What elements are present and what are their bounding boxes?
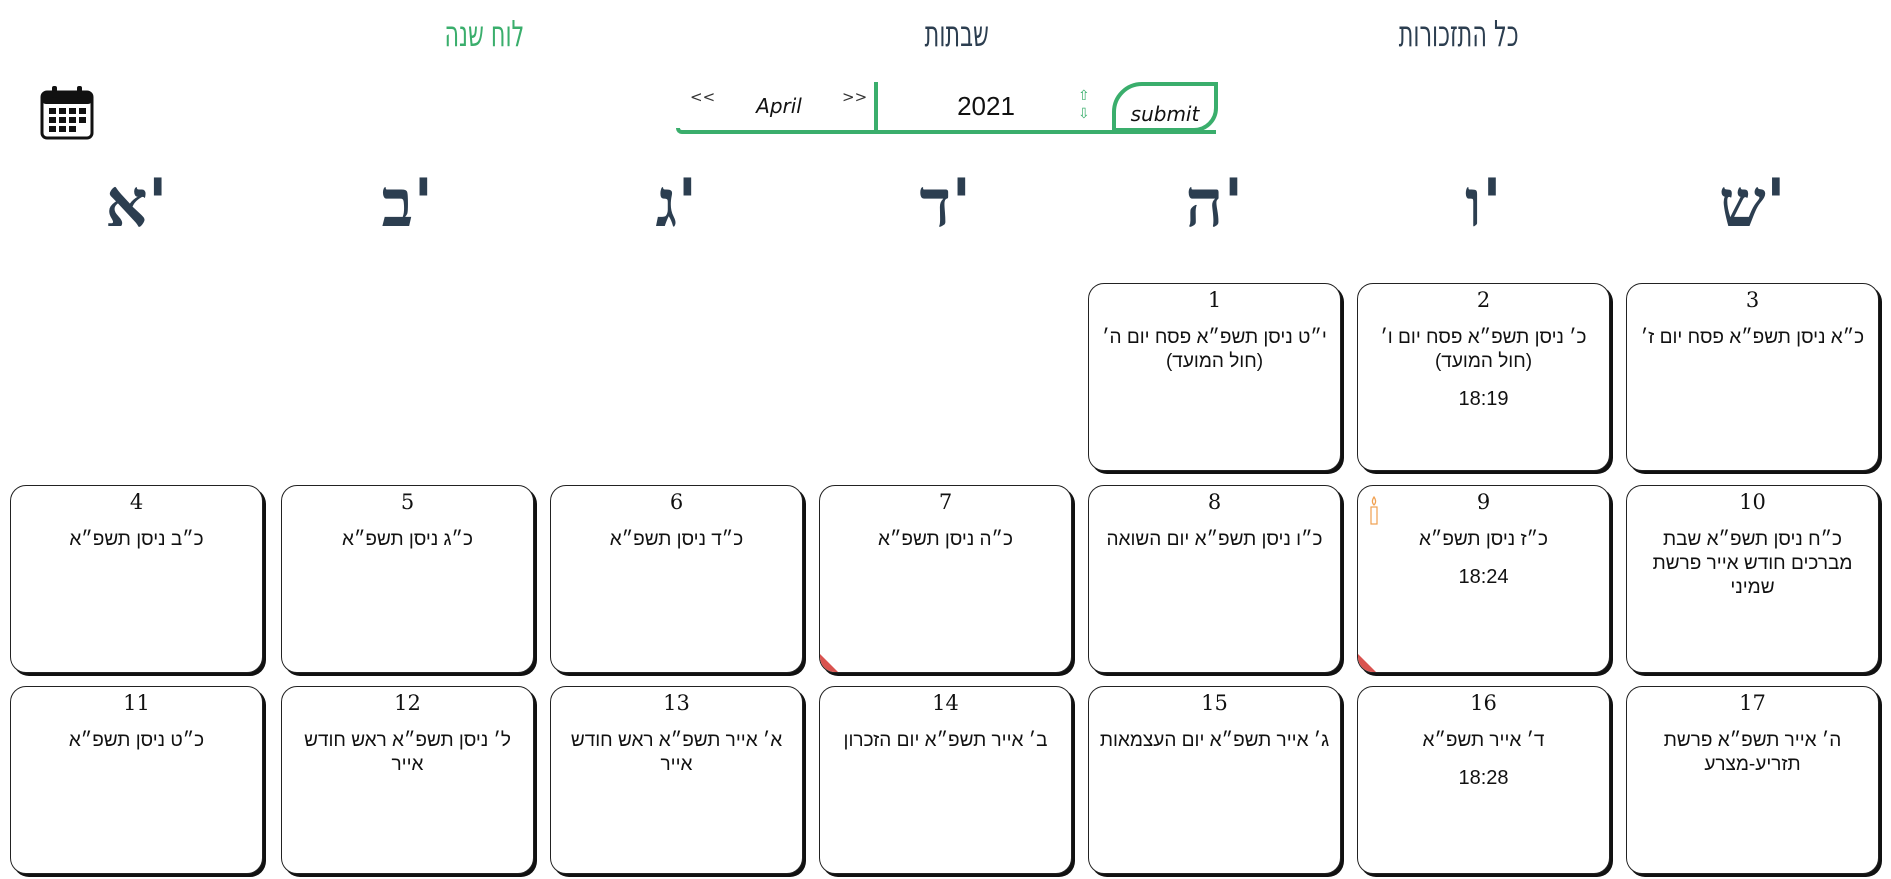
day-cell[interactable]: 10 כ״ח ניסן תשפ״א שבת מברכים חודש אייר פר… xyxy=(1626,485,1879,673)
weekday-header: ג' xyxy=(655,164,698,242)
hebrew-date-text: כ״ב ניסן תשפ״א xyxy=(69,529,204,550)
day-number: 13 xyxy=(663,691,690,715)
nav-all-reminders[interactable]: כל התזכורות xyxy=(1399,14,1519,55)
hebrew-date-text: כ״א ניסן תשפ״א פסח יום ז׳ xyxy=(1640,327,1865,348)
hebrew-date-text: כ״ה ניסן תשפ״א xyxy=(878,529,1013,550)
day-number: 14 xyxy=(932,691,959,715)
date-picker: << April >> ⇧ ⇩ submit xyxy=(676,82,1218,134)
day-number: 6 xyxy=(669,490,684,514)
hebrew-date-text: ל׳ ניסן תשפ״א ראש חודש אייר xyxy=(304,730,511,775)
day-number: 2 xyxy=(1476,288,1491,312)
day-cell[interactable]: 1 י״ט ניסן תשפ״א פסח יום ה׳ (חול המועד) xyxy=(1088,283,1341,471)
day-number: 16 xyxy=(1470,691,1497,715)
weekday-header: א' xyxy=(105,164,168,242)
event-corner-marker xyxy=(1358,654,1376,672)
day-number: 3 xyxy=(1745,288,1760,312)
hebrew-date-text: כ׳ ניסן תשפ״א פסח יום ו׳ (חול המועד) xyxy=(1380,327,1587,372)
day-number: 10 xyxy=(1739,490,1766,514)
hebrew-date-text: י״ט ניסן תשפ״א פסח יום ה׳ (חול המועד) xyxy=(1102,327,1327,372)
event-corner-marker xyxy=(820,654,838,672)
weekday-header: ש' xyxy=(1719,164,1786,242)
weekday-header: ב' xyxy=(381,164,434,242)
hebrew-date-text: כ״ג ניסן תשפ״א xyxy=(342,529,473,550)
day-cell[interactable]: 14 ב׳ אייר תשפ״א יום הזכרון xyxy=(819,686,1072,874)
picker-divider xyxy=(874,82,878,132)
day-cell[interactable]: 12 ל׳ ניסן תשפ״א ראש חודש אייר xyxy=(281,686,534,874)
day-number: 9 xyxy=(1476,490,1491,514)
hebrew-date-text: ג׳ אייר תשפ״א יום העצמאות xyxy=(1099,730,1330,751)
day-cell[interactable]: 7 כ״ה ניסן תשפ״א xyxy=(819,485,1072,673)
hebrew-date-text: כ״ו ניסן תשפ״א יום השואה xyxy=(1106,529,1323,550)
day-number: 8 xyxy=(1207,490,1222,514)
day-cell[interactable]: 11 כ״ט ניסן תשפ״א xyxy=(10,686,263,874)
nav-calendar-year[interactable]: לוח שנה xyxy=(444,14,524,55)
day-cell[interactable]: 3 כ״א ניסן תשפ״א פסח יום ז׳ xyxy=(1626,283,1879,471)
day-cell[interactable]: 13 א׳ אייר תשפ״א ראש חודש אייר xyxy=(550,686,803,874)
day-cell[interactable]: 17 ה׳ אייר תשפ״א פרשת תזריע-מצרע xyxy=(1626,686,1879,874)
day-number: 7 xyxy=(938,490,953,514)
day-cell[interactable]: 16 ד׳ אייר תשפ״א 18:28 xyxy=(1357,686,1610,874)
nav-shabbatot[interactable]: שבתות xyxy=(925,14,989,55)
day-number: 17 xyxy=(1739,691,1766,715)
day-cell[interactable]: 4 כ״ב ניסן תשפ״א xyxy=(10,485,263,673)
year-up-arrow-icon[interactable]: ⇧ xyxy=(1078,88,1090,102)
candle-lighting-time: 18:19 xyxy=(1458,388,1509,410)
hebrew-date-text: כ״ט ניסן תשפ״א xyxy=(68,730,205,751)
day-number: 1 xyxy=(1207,288,1222,312)
day-cell[interactable]: 9 כ״ז ניסן תשפ״א 18:24 xyxy=(1357,485,1610,673)
day-number: 5 xyxy=(400,490,415,514)
calendar-icon[interactable] xyxy=(40,84,94,140)
candle-icon xyxy=(1370,496,1378,525)
month-prev-button[interactable]: << xyxy=(690,88,715,106)
day-number: 11 xyxy=(123,691,150,715)
month-next-button[interactable]: >> xyxy=(842,88,867,106)
day-number: 12 xyxy=(394,691,421,715)
weekday-header: ה' xyxy=(1185,164,1244,242)
submit-button[interactable]: submit xyxy=(1112,82,1218,132)
hebrew-date-text: כ״ז ניסן תשפ״א xyxy=(1418,529,1549,550)
hebrew-date-text: ד׳ אייר תשפ״א xyxy=(1422,730,1545,751)
month-label: April xyxy=(756,94,802,118)
day-number: 15 xyxy=(1201,691,1228,715)
day-cell[interactable]: 5 כ״ג ניסן תשפ״א xyxy=(281,485,534,673)
hebrew-date-text: כ״ח ניסן תשפ״א שבת מברכים חודש אייר פרשת… xyxy=(1652,529,1853,598)
hebrew-date-text: א׳ אייר תשפ״א ראש חודש אייר xyxy=(570,730,783,775)
year-down-arrow-icon[interactable]: ⇩ xyxy=(1078,106,1090,120)
weekday-header: ד' xyxy=(919,164,972,242)
day-number: 4 xyxy=(129,490,144,514)
hebrew-date-text: ה׳ אייר תשפ״א פרשת תזריע-מצרע xyxy=(1663,730,1842,775)
day-cell[interactable]: 2 כ׳ ניסן תשפ״א פסח יום ו׳ (חול המועד) 18:… xyxy=(1357,283,1610,471)
candle-lighting-time: 18:24 xyxy=(1458,566,1509,588)
candle-lighting-time: 18:28 xyxy=(1458,767,1509,789)
day-cell[interactable]: 8 כ״ו ניסן תשפ״א יום השואה xyxy=(1088,485,1341,673)
day-cell[interactable]: 6 כ״ד ניסן תשפ״א xyxy=(550,485,803,673)
day-cell[interactable]: 15 ג׳ אייר תשפ״א יום העצמאות xyxy=(1088,686,1341,874)
year-input[interactable] xyxy=(886,88,1086,124)
weekday-header: ו' xyxy=(1464,164,1503,242)
hebrew-date-text: כ״ד ניסן תשפ״א xyxy=(609,529,744,550)
hebrew-date-text: ב׳ אייר תשפ״א יום הזכרון xyxy=(843,730,1048,751)
